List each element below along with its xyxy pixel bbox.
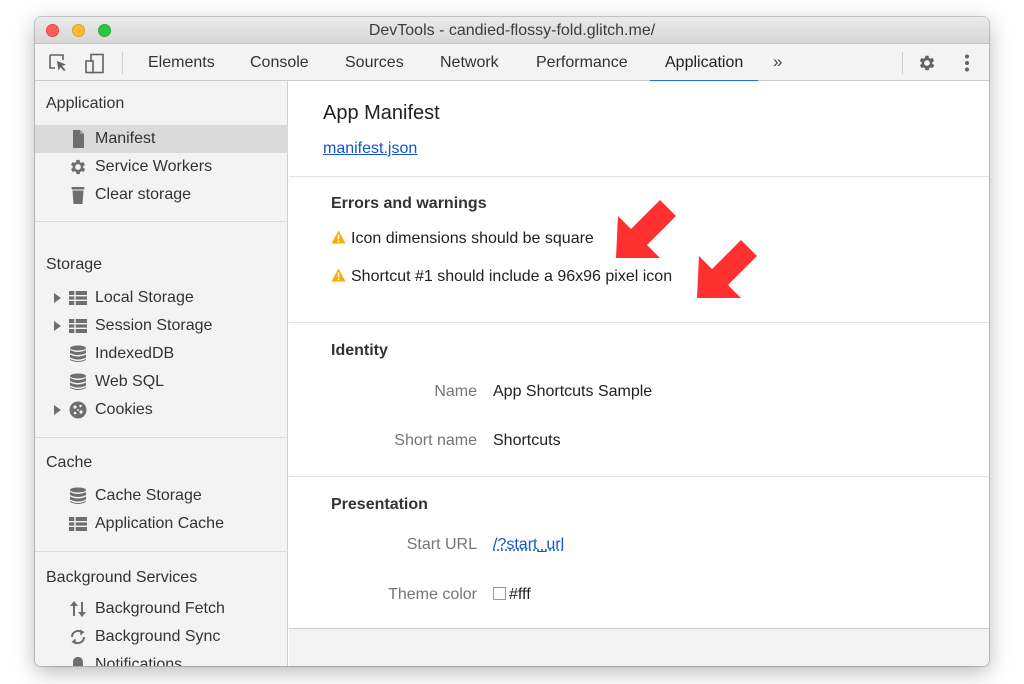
sidebar-item-label: Local Storage (95, 289, 194, 306)
sidebar-item-label: Background Fetch (95, 600, 225, 617)
sidebar-item-local-storage[interactable]: Local Storage (35, 284, 288, 312)
annotation-arrow-icon (616, 200, 676, 258)
gear-icon[interactable] (917, 53, 937, 73)
sidebar-item-web-sql[interactable]: Web SQL (35, 368, 288, 396)
identity-section-title: Identity (331, 342, 388, 359)
field-label-short-name: Short name (394, 432, 477, 449)
expand-arrow-icon[interactable] (54, 405, 61, 415)
grid-icon (68, 289, 88, 307)
sidebar-item-label: Background Sync (95, 628, 221, 645)
section-divider (289, 476, 989, 477)
tab-sources[interactable]: Sources (330, 44, 419, 81)
section-divider (289, 176, 989, 177)
database-icon (68, 345, 88, 363)
sidebar-item-background-fetch[interactable]: Background Fetch (35, 595, 288, 623)
warning-icon (331, 230, 346, 244)
toolbar-divider (122, 52, 123, 74)
sync-icon (68, 628, 88, 646)
manifest-json-link[interactable]: manifest.json (323, 140, 417, 158)
kebab-menu-icon[interactable] (957, 53, 977, 73)
window-title: DevTools - candied-flossy-fold.glitch.me… (368, 22, 656, 39)
toolbar-divider (902, 52, 903, 74)
sidebar-header-background-services: Background Services (46, 569, 198, 586)
devtools-window: DevTools - candied-flossy-fold.glitch.me… (35, 17, 989, 666)
minimize-window-button[interactable] (72, 24, 85, 37)
sidebar-item-application-cache[interactable]: Application Cache (35, 510, 288, 538)
cookie-icon (68, 401, 88, 419)
annotation-arrow-icon (697, 240, 757, 298)
field-label-start-url: Start URL (406, 536, 477, 553)
sidebar-item-cookies[interactable]: Cookies (35, 396, 288, 424)
sidebar-item-label: Clear storage (95, 186, 192, 203)
sidebar-item-label: Manifest (95, 130, 156, 147)
tab-console[interactable]: Console (235, 44, 324, 81)
sidebar-item-notifications[interactable]: Notifications (35, 651, 288, 666)
trash-icon (68, 186, 88, 204)
drawer-bar (289, 628, 989, 666)
close-window-button[interactable] (46, 24, 59, 37)
field-value-short-name: Shortcuts (493, 432, 561, 449)
page-title: App Manifest (323, 102, 440, 124)
sidebar-header-application: Application (46, 95, 125, 112)
sidebar-item-background-sync[interactable]: Background Sync (35, 623, 288, 651)
sidebar-item-manifest[interactable]: Manifest (35, 125, 288, 153)
sidebar-divider (35, 551, 288, 552)
sidebar-item-indexeddb[interactable]: IndexedDB (35, 340, 288, 368)
theme-color-swatch (493, 587, 506, 600)
sidebar-item-label: Web SQL (95, 373, 165, 390)
manifest-panel: App Manifest manifest.json Errors and wa… (289, 81, 989, 628)
bell-icon (68, 656, 88, 666)
devtools-toolbar: Elements Console Sources Network Perform… (35, 44, 989, 82)
field-label-name: Name (434, 383, 477, 400)
sidebar: Application Manifest Service Workers Cle… (35, 81, 288, 666)
sidebar-item-clear-storage[interactable]: Clear storage (35, 181, 288, 209)
errors-section-title: Errors and warnings (331, 195, 487, 212)
tab-performance[interactable]: Performance (521, 44, 643, 81)
theme-color-text: #fff (509, 586, 531, 603)
title-bar: DevTools - candied-flossy-fold.glitch.me… (35, 17, 989, 44)
sidebar-item-label: Session Storage (95, 317, 213, 334)
sidebar-item-session-storage[interactable]: Session Storage (35, 312, 288, 340)
warning-text: Icon dimensions should be square (351, 230, 594, 247)
presentation-section-title: Presentation (331, 496, 428, 513)
warning-row: Icon dimensions should be square (331, 230, 594, 248)
sidebar-divider (35, 221, 288, 222)
tab-application[interactable]: Application (650, 44, 759, 82)
warning-text: Shortcut #1 should include a 96x96 pixel… (351, 268, 673, 285)
sidebar-item-label: Cookies (95, 401, 153, 418)
sidebar-item-label: Application Cache (95, 515, 224, 532)
device-toolbar-icon[interactable] (84, 53, 104, 74)
start-url-link[interactable]: /?start_url (493, 536, 564, 554)
database-icon (68, 487, 88, 505)
tab-elements[interactable]: Elements (133, 44, 230, 81)
grid-icon (68, 515, 88, 533)
sidebar-divider (35, 437, 288, 438)
tab-network[interactable]: Network (425, 44, 514, 81)
sidebar-item-label: IndexedDB (95, 345, 175, 362)
more-tabs-button[interactable]: » (773, 44, 782, 81)
field-value-name: App Shortcuts Sample (493, 383, 653, 400)
sidebar-item-label: Notifications (95, 656, 183, 666)
sidebar-item-service-workers[interactable]: Service Workers (35, 153, 288, 181)
gear-icon (68, 158, 88, 176)
sidebar-item-cache-storage[interactable]: Cache Storage (35, 482, 288, 510)
warning-row: Shortcut #1 should include a 96x96 pixel… (331, 268, 672, 286)
section-divider (289, 322, 989, 323)
document-icon (68, 130, 88, 148)
sidebar-item-label: Cache Storage (95, 487, 202, 504)
warning-icon (331, 268, 346, 282)
maximize-window-button[interactable] (98, 24, 111, 37)
expand-arrow-icon[interactable] (54, 293, 61, 303)
expand-arrow-icon[interactable] (54, 321, 61, 331)
database-icon (68, 373, 88, 391)
field-label-theme-color: Theme color (388, 586, 477, 603)
grid-icon (68, 317, 88, 335)
up-down-arrows-icon (68, 600, 88, 618)
field-value-theme-color: #fff (493, 586, 531, 604)
sidebar-item-label: Service Workers (95, 158, 213, 175)
sidebar-header-cache: Cache (46, 454, 93, 471)
sidebar-header-storage: Storage (46, 256, 103, 273)
inspect-element-icon[interactable] (48, 53, 68, 73)
